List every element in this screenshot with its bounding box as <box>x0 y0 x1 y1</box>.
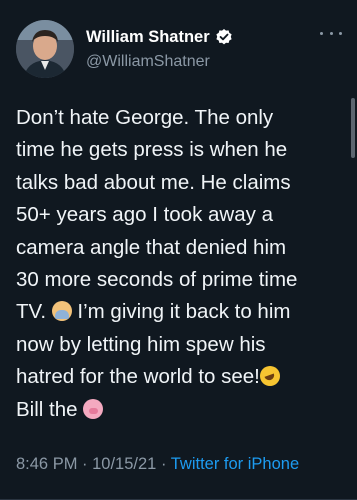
verified-badge-icon <box>215 28 233 46</box>
tweet-line-part: I’m giving it back to him <box>71 300 291 324</box>
tweet-line: talks bad about me. He claims <box>16 170 291 194</box>
tweet-header: William Shatner @WilliamShatner <box>16 20 344 80</box>
rolling-on-floor-laughing-emoji-icon <box>259 366 280 387</box>
tweet-date[interactable]: 10/15/21 <box>92 455 156 473</box>
tweet-line: now by letting him spew his <box>16 332 266 356</box>
man-shrugging-emoji-icon <box>51 301 72 322</box>
tweet-line-part: hatred for the world to see! <box>16 365 260 389</box>
display-name[interactable]: William Shatner <box>86 28 210 47</box>
tweet-meta: 8:46 PM · 10/15/21 · Twitter for iPhone <box>16 455 299 474</box>
tweet-line: camera angle that denied him <box>16 235 287 259</box>
tweet-line: hatred for the world to see! <box>16 361 346 393</box>
tweet-text: Don’t hate George. The only time he gets… <box>16 102 346 426</box>
tweet-line: TV. I’m giving it back to him <box>16 296 346 328</box>
scrollbar[interactable] <box>351 98 355 158</box>
tweet-line: Bill the <box>16 394 346 426</box>
tweet-line: 50+ years ago I took away a <box>16 203 273 227</box>
tweet: William Shatner @WilliamShatner Don’t ha… <box>0 0 357 500</box>
tweet-line-part: TV. <box>16 300 52 324</box>
more-horizontal-icon[interactable] <box>320 26 342 40</box>
tweet-line: Don’t hate George. The only <box>16 106 274 129</box>
tweet-line-part: Bill the <box>16 397 84 421</box>
tweet-line: time he gets press is when he <box>16 138 288 162</box>
separator: · <box>156 455 171 473</box>
tweet-source-link[interactable]: Twitter for iPhone <box>171 455 299 473</box>
tweet-line: 30 more seconds of prime time <box>16 268 298 292</box>
author-names: William Shatner @WilliamShatner <box>86 26 233 71</box>
avatar[interactable] <box>16 20 74 78</box>
handle[interactable]: @WilliamShatner <box>86 53 233 71</box>
pig-face-emoji-icon <box>83 398 104 419</box>
tweet-time[interactable]: 8:46 PM <box>16 455 77 473</box>
separator: · <box>77 455 93 473</box>
